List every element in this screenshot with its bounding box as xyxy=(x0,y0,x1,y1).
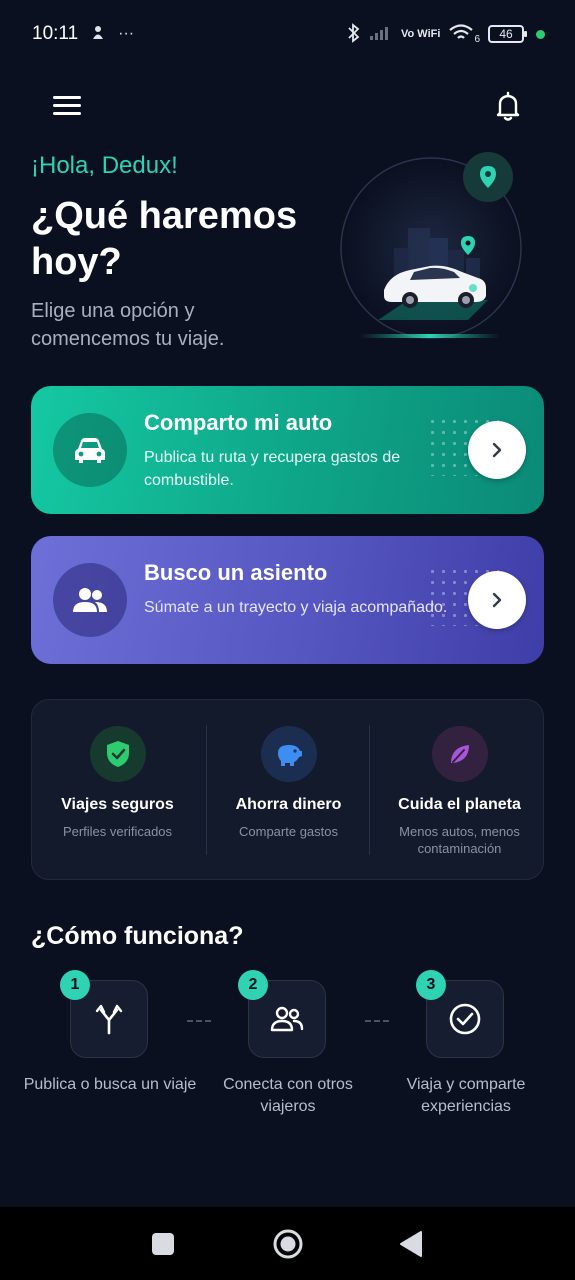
step-number: 1 xyxy=(60,970,90,1000)
benefit-save-money: Ahorra dinero Comparte gastos xyxy=(203,700,374,881)
benefits-panel: Viajes seguros Perfiles verificados Ahor… xyxy=(31,699,544,880)
shield-check-icon xyxy=(90,726,146,782)
step-3: 3 Viaja y comparte experiencias xyxy=(376,960,556,1120)
step-2: 2 Conecta con otros viajeros xyxy=(198,960,378,1120)
step-label: Publica o busca un viaje xyxy=(23,1076,197,1093)
step-label: Viaja y comparte experiencias xyxy=(406,1076,526,1115)
step-number: 3 xyxy=(416,970,446,1000)
benefit-safe-trips: Viajes seguros Perfiles verificados xyxy=(32,700,203,881)
home-circle-icon xyxy=(273,1229,303,1259)
card-title: Busco un asiento xyxy=(144,560,328,585)
vowifi-label: Vo WiFi xyxy=(401,27,441,40)
benefit-title: Cuida el planeta xyxy=(398,796,521,813)
chevron-right-icon xyxy=(492,592,502,608)
share-car-arrow-button[interactable] xyxy=(468,421,526,479)
benefit-care-planet: Cuida el planeta Menos autos, menos cont… xyxy=(374,700,545,881)
car-illustration xyxy=(338,150,528,345)
benefit-title: Ahorra dinero xyxy=(235,796,342,813)
card-description: Publica tu ruta y recupera gastos de com… xyxy=(144,449,401,489)
greeting-text: ¡Hola, Dedux! xyxy=(31,152,178,179)
wifi-icon xyxy=(448,23,474,46)
car-icon xyxy=(53,413,127,487)
step-label: Conecta con otros viajeros xyxy=(223,1076,353,1115)
recents-button[interactable] xyxy=(151,1232,175,1256)
notification-icon xyxy=(90,24,106,45)
page-title: ¿Qué haremos hoy? xyxy=(31,195,298,283)
bell-icon xyxy=(496,91,520,121)
system-nav-bar xyxy=(0,1207,575,1280)
step-number: 2 xyxy=(238,970,268,1000)
card-title: Comparto mi auto xyxy=(144,410,333,435)
wifi-sub-label: 6 xyxy=(474,33,480,45)
status-time: 10:11 xyxy=(32,23,79,44)
piggy-bank-icon xyxy=(261,726,317,782)
privacy-dot xyxy=(536,29,545,39)
back-triangle-icon xyxy=(400,1231,422,1257)
people-icon xyxy=(53,563,127,637)
find-seat-card[interactable]: Busco un asiento Súmate a un trayecto y … xyxy=(31,536,544,664)
benefit-subtitle: Perfiles verificados xyxy=(62,824,173,839)
chevron-right-icon xyxy=(492,442,502,458)
find-seat-arrow-button[interactable] xyxy=(468,571,526,629)
top-nav xyxy=(0,82,575,130)
battery-indicator: 46 xyxy=(488,25,527,43)
notifications-button[interactable] xyxy=(490,88,526,124)
home-button[interactable] xyxy=(272,1228,304,1260)
bluetooth-icon xyxy=(347,22,361,46)
step-1: 1 Publica o busca un viaje xyxy=(20,960,200,1120)
leaf-icon xyxy=(432,726,488,782)
page-subtitle: Elige una opción y comencemos tu viaje. xyxy=(31,300,225,350)
status-bar: 10:11 ··· Vo WiFi 6 46 xyxy=(0,0,575,68)
how-it-works-title: ¿Cómo funciona? xyxy=(31,922,244,950)
back-button[interactable] xyxy=(398,1230,424,1258)
share-car-card[interactable]: Comparto mi auto Publica tu ruta y recup… xyxy=(31,386,544,514)
card-description: Súmate a un trayecto y viaja acompañado. xyxy=(144,599,448,616)
square-icon xyxy=(152,1233,174,1255)
menu-button[interactable] xyxy=(50,92,86,122)
benefit-subtitle: Menos autos, menos contaminación xyxy=(399,824,520,856)
benefit-title: Viajes seguros xyxy=(61,796,174,813)
more-notifications-icon: ··· xyxy=(118,25,135,42)
divider xyxy=(369,725,370,855)
benefit-subtitle: Comparte gastos xyxy=(239,824,338,839)
signal-icon xyxy=(369,25,393,44)
